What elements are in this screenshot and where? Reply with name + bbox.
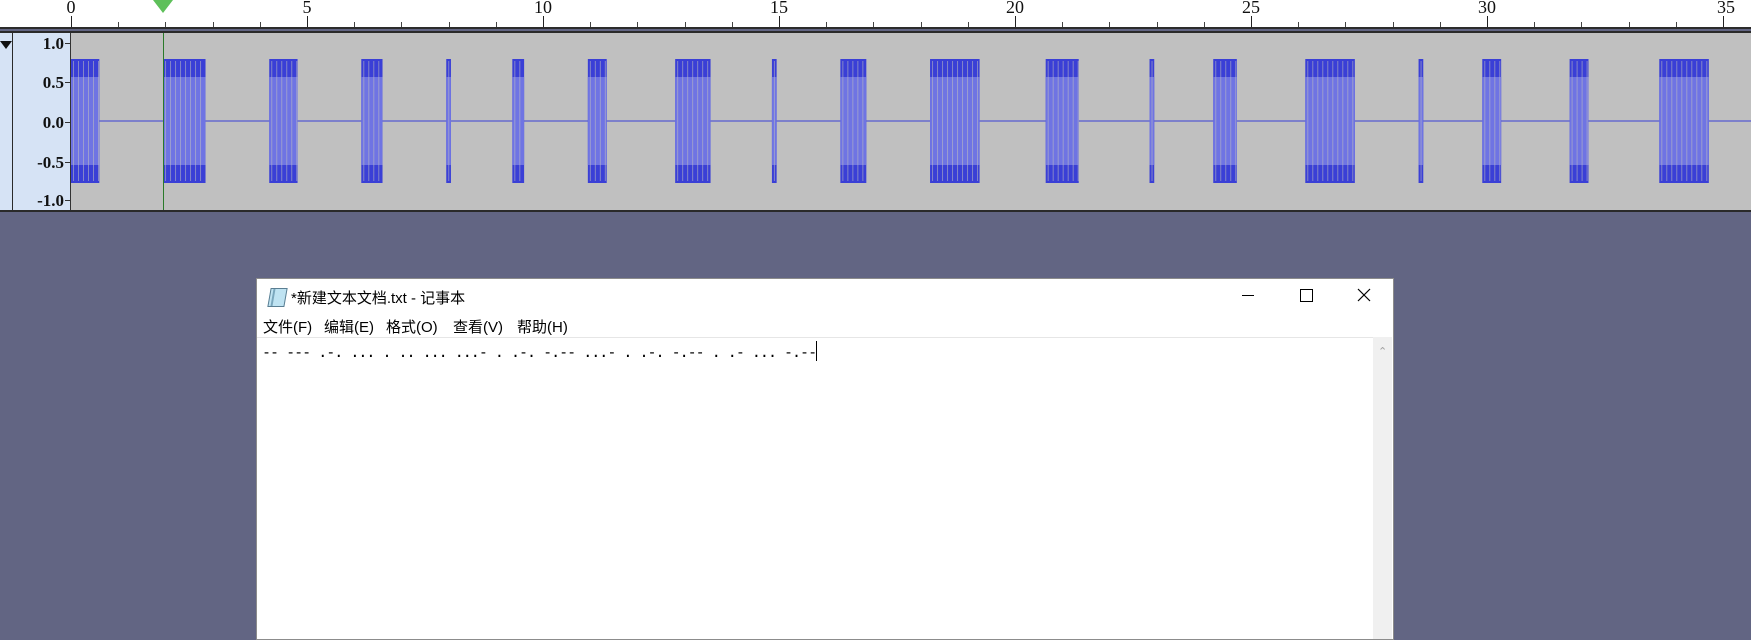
ruler-label-20: 20	[1006, 0, 1024, 17]
sound-burst	[1418, 59, 1424, 183]
menu-file[interactable]: 文件(F)	[263, 316, 312, 337]
ruler-tick	[1581, 22, 1583, 27]
sound-burst	[1569, 59, 1589, 183]
minimize-button[interactable]	[1219, 279, 1277, 311]
ruler-label-35: 35	[1717, 0, 1735, 17]
maximize-icon	[1299, 288, 1313, 302]
ruler-label-0: 0	[66, 0, 76, 17]
ruler-tick	[118, 22, 120, 27]
ruler-tick	[401, 22, 403, 27]
ruler-label-10: 10	[534, 0, 552, 17]
amplitude-tick	[65, 200, 70, 201]
title-bar[interactable]: *新建文本文档.txt - 记事本	[257, 279, 1393, 311]
sound-burst	[587, 59, 607, 183]
close-button[interactable]	[1335, 279, 1393, 311]
ruler-tick	[1109, 22, 1111, 27]
sound-burst	[71, 59, 100, 183]
text-caret	[816, 341, 818, 361]
close-icon	[1357, 288, 1371, 302]
ruler-tick	[637, 22, 639, 27]
sound-burst	[840, 59, 867, 183]
notepad-window[interactable]: *新建文本文档.txt - 记事本 文件(F) 编辑(E) 格式(O) 查看(V…	[256, 278, 1394, 640]
scroll-up-arrow-icon[interactable]: ⌃	[1378, 345, 1387, 358]
amplitude-ruler: 1.0 0.5 0.0 -0.5 -1.0	[13, 33, 71, 210]
menu-help[interactable]: 帮助(H)	[517, 316, 568, 337]
window-title: *新建文本文档.txt - 记事本	[291, 290, 466, 307]
amplitude-tick	[65, 162, 70, 163]
ruler-tick	[1203, 22, 1205, 27]
ruler-tick	[873, 22, 875, 27]
sound-burst	[1045, 59, 1079, 183]
ruler-tick	[590, 22, 592, 27]
ruler-label-30: 30	[1478, 0, 1496, 17]
sound-burst	[1305, 59, 1355, 183]
ruler-tick	[967, 22, 969, 27]
sound-burst	[1149, 59, 1155, 183]
timeline-ruler[interactable]: 0 5 10 15 20 25 30 35	[0, 0, 1751, 29]
text-editor[interactable]: -- --- .-. ... . .. ... ...- . .-. -.-- …	[257, 337, 1373, 640]
amplitude-label-0-5: 0.5	[42, 73, 64, 92]
waveform-area[interactable]	[71, 33, 1751, 210]
ruler-tick	[212, 22, 214, 27]
menu-view[interactable]: 查看(V)	[453, 316, 503, 337]
ruler-tick	[1345, 22, 1347, 27]
sound-burst	[269, 59, 298, 183]
sound-burst	[1482, 59, 1502, 183]
amplitude-label-1: 1.0	[42, 34, 64, 53]
menu-edit[interactable]: 编辑(E)	[324, 316, 374, 337]
ruler-tick	[1628, 22, 1630, 27]
ruler-tick	[354, 22, 356, 27]
ruler-tick	[165, 22, 167, 27]
sound-burst	[446, 59, 451, 183]
ruler-tick	[1534, 22, 1536, 27]
vertical-scrollbar[interactable]: ⌃	[1373, 337, 1392, 639]
ruler-tick	[826, 22, 828, 27]
track-menu-dropdown-icon[interactable]	[0, 41, 12, 49]
sound-burst	[1659, 59, 1709, 183]
ruler-tick	[448, 22, 450, 27]
track-control-panel[interactable]	[0, 33, 12, 210]
ruler-tick	[1392, 22, 1394, 27]
amplitude-label-minus-1: -1.0	[37, 191, 64, 210]
sound-burst	[930, 59, 980, 183]
editor-text-value: -- --- .-. ... . .. ... ...- . .-. -.-- …	[262, 343, 817, 361]
amplitude-label-0: 0.0	[42, 113, 64, 132]
edit-cursor-line	[163, 33, 165, 210]
menu-bar: 文件(F) 编辑(E) 格式(O) 查看(V) 帮助(H)	[257, 311, 1393, 336]
sound-burst	[512, 59, 525, 183]
ruler-tick	[684, 22, 686, 27]
sound-burst	[1213, 59, 1237, 183]
ruler-tick	[1062, 22, 1064, 27]
notepad-icon	[267, 288, 288, 307]
sound-burst	[361, 59, 383, 183]
sound-burst	[675, 59, 711, 183]
audio-track[interactable]: 1.0 0.5 0.0 -0.5 -1.0	[0, 31, 1751, 212]
ruler-tick	[259, 22, 261, 27]
amplitude-tick	[65, 43, 70, 44]
sound-burst	[771, 59, 777, 183]
ruler-label-5: 5	[302, 0, 312, 17]
menu-format[interactable]: 格式(O)	[386, 316, 438, 337]
amplitude-tick	[65, 122, 70, 123]
ruler-tick	[495, 22, 497, 27]
ruler-tick	[1298, 22, 1300, 27]
ruler-tick	[1439, 22, 1441, 27]
maximize-button[interactable]	[1277, 279, 1335, 311]
ruler-tick	[1156, 22, 1158, 27]
minimize-icon	[1242, 294, 1254, 296]
waveform	[71, 59, 1751, 183]
ruler-tick	[920, 22, 922, 27]
amplitude-label-minus-0-5: -0.5	[37, 153, 64, 172]
editor-content[interactable]: -- --- .-. ... . .. ... ...- . .-. -.-- …	[262, 341, 817, 361]
ruler-label-25: 25	[1242, 0, 1260, 17]
ruler-tick	[1675, 22, 1677, 27]
ruler-tick	[731, 22, 733, 27]
amplitude-tick	[65, 82, 70, 83]
playhead-marker-icon[interactable]	[153, 0, 174, 13]
sound-burst	[163, 59, 206, 183]
ruler-label-15: 15	[770, 0, 788, 17]
